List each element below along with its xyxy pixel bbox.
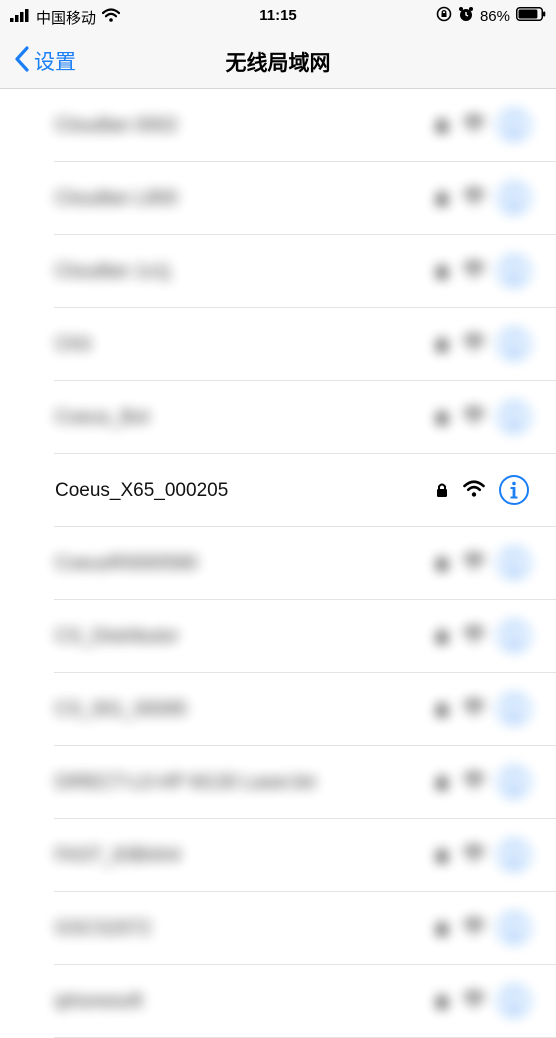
- info-icon[interactable]: [498, 839, 530, 876]
- network-row[interactable]: Cloudlan L800: [0, 162, 556, 235]
- network-ssid: iphonesoft: [55, 991, 143, 1012]
- info-icon[interactable]: [498, 547, 530, 584]
- lock-icon: [436, 555, 448, 576]
- network-row[interactable]: DIRECT-L0-HP M130 LaserJet: [0, 746, 556, 819]
- lock-icon: [436, 409, 448, 430]
- lock-icon: [436, 263, 448, 284]
- alarm-icon: [458, 6, 474, 27]
- battery-percent: 86%: [479, 8, 510, 25]
- wifi-icon: [463, 188, 485, 210]
- navigation-bar: 设置 无线局域网: [0, 34, 556, 89]
- lock-icon: [436, 774, 448, 795]
- info-icon[interactable]: [498, 985, 530, 1022]
- lock-icon: [436, 190, 448, 211]
- info-icon[interactable]: [498, 912, 530, 949]
- network-row[interactable]: FAST_83B4A4: [0, 819, 556, 892]
- orientation-lock-icon: [436, 6, 452, 27]
- page-title: 无线局域网: [225, 52, 331, 75]
- wifi-icon: [463, 480, 485, 502]
- wifi-icon: [463, 918, 485, 940]
- network-row[interactable]: Coeus_X65_000205: [0, 454, 556, 527]
- wifi-icon: [463, 991, 485, 1013]
- network-ssid: CoeusR0000580: [55, 553, 198, 574]
- network-ssid: CS_Distributor: [55, 626, 179, 647]
- status-right: 86%: [436, 6, 546, 27]
- network-ssid: CS_001_00095: [55, 699, 188, 720]
- lock-icon: [436, 993, 448, 1014]
- network-row[interactable]: CS_Distributor: [0, 600, 556, 673]
- network-ssid: Cloudlan L800: [55, 188, 178, 209]
- network-row[interactable]: CKit: [0, 308, 556, 381]
- info-icon[interactable]: [498, 328, 530, 365]
- network-ssid: FAST_83B4A4: [55, 845, 181, 866]
- network-ssid: DIRECT-L0-HP M130 LaserJet: [55, 772, 316, 793]
- wifi-icon: [463, 407, 485, 429]
- lock-icon: [436, 701, 448, 722]
- wifi-icon: [463, 115, 485, 137]
- wifi-icon: [463, 772, 485, 794]
- network-row[interactable]: Cloudlan 1x1j: [0, 235, 556, 308]
- lock-icon: [436, 336, 448, 357]
- lock-icon: [436, 628, 448, 649]
- network-row[interactable]: CoeusR0000580: [0, 527, 556, 600]
- network-row[interactable]: Cloudlan 0002: [0, 89, 556, 162]
- info-icon[interactable]: [498, 109, 530, 146]
- info-icon[interactable]: [498, 693, 530, 730]
- network-ssid: CKit: [55, 334, 91, 355]
- network-row[interactable]: iphonesoft: [0, 965, 556, 1038]
- network-ssid: Cloudlan 0002: [55, 115, 178, 136]
- battery-icon: [516, 7, 546, 26]
- network-ssid: GSCS2072: [55, 918, 152, 939]
- info-icon[interactable]: [498, 474, 530, 511]
- network-ssid: Coeus_Bot: [55, 407, 150, 428]
- network-row[interactable]: GSCS2072: [0, 892, 556, 965]
- wifi-icon: [463, 553, 485, 575]
- network-row[interactable]: CS_001_00095: [0, 673, 556, 746]
- info-icon[interactable]: [498, 401, 530, 438]
- wifi-icon: [463, 626, 485, 648]
- info-icon[interactable]: [498, 182, 530, 219]
- info-icon[interactable]: [498, 766, 530, 803]
- status-bar: 中国移动 11:15 86%: [0, 0, 556, 34]
- network-ssid: Coeus_X65_000205: [55, 480, 229, 501]
- wifi-icon: [463, 334, 485, 356]
- network-list: Cloudlan 0002 Cloudlan L800 Cloudlan 1x1j C…: [0, 89, 556, 1038]
- lock-icon: [436, 117, 448, 138]
- wifi-icon: [463, 699, 485, 721]
- lock-icon: [436, 847, 448, 868]
- lock-icon: [436, 482, 448, 503]
- info-icon[interactable]: [498, 620, 530, 657]
- lock-icon: [436, 920, 448, 941]
- wifi-icon: [463, 845, 485, 867]
- network-ssid: Cloudlan 1x1j: [55, 261, 171, 282]
- network-row[interactable]: Coeus_Bot: [0, 381, 556, 454]
- wifi-icon: [463, 261, 485, 283]
- info-icon[interactable]: [498, 255, 530, 292]
